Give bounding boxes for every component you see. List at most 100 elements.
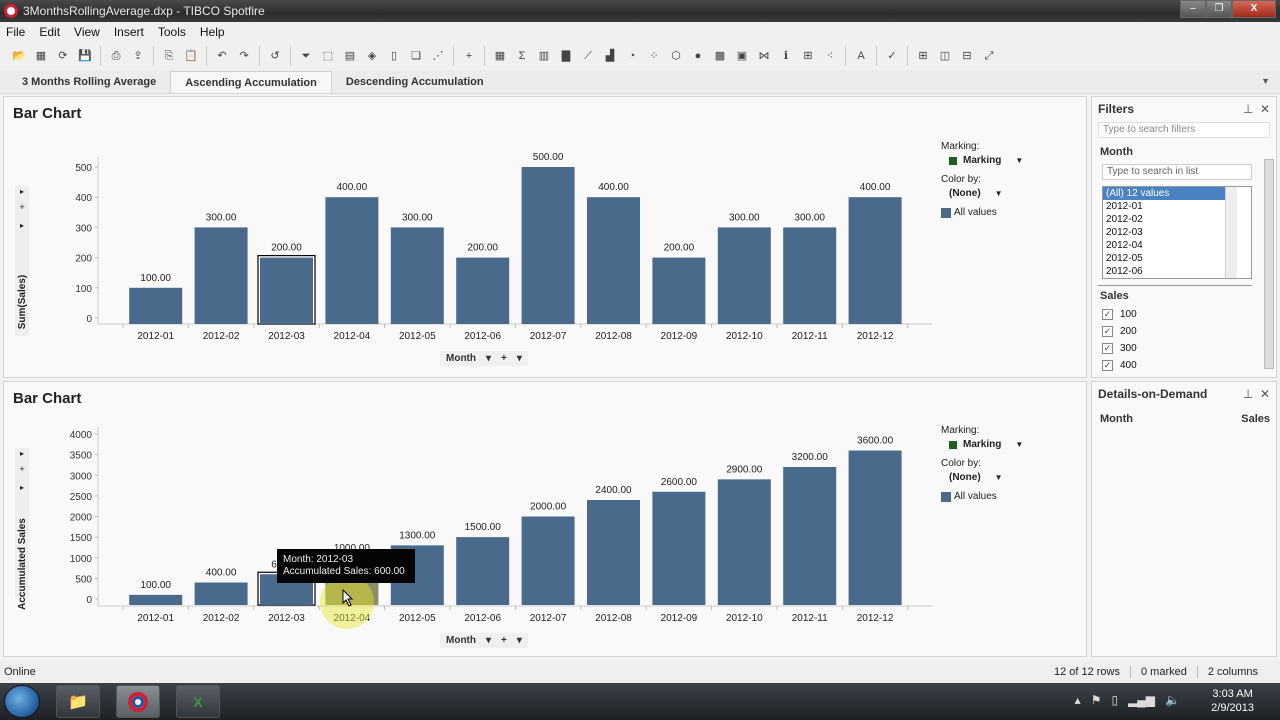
list-item[interactable]: 2012-06 bbox=[1103, 265, 1237, 278]
bar[interactable] bbox=[521, 516, 575, 606]
menu-file[interactable]: File bbox=[0, 25, 33, 39]
treemap-icon[interactable]: ▩ bbox=[712, 48, 728, 64]
combination-chart-icon[interactable]: ▟ bbox=[602, 48, 618, 64]
expand-icon[interactable]: ▸ bbox=[20, 221, 24, 230]
expand-icon[interactable]: ▸ bbox=[20, 449, 24, 458]
color-by-selector[interactable]: (None) ▼ bbox=[949, 472, 1023, 483]
filters-scrollbar[interactable] bbox=[1264, 159, 1274, 369]
marking-selector[interactable]: Marking ▼ bbox=[949, 155, 1023, 166]
month-listbox[interactable]: (All) 12 values 2012-01 2012-02 2012-03 … bbox=[1102, 186, 1252, 279]
select-icon[interactable]: ⬚ bbox=[320, 48, 336, 64]
bar[interactable] bbox=[456, 537, 510, 605]
checkbox-item[interactable]: ✓ 100 bbox=[1102, 306, 1266, 323]
bar[interactable] bbox=[129, 287, 183, 324]
undo-icon[interactable]: ↶ bbox=[214, 48, 230, 64]
taskbar-explorer[interactable]: 📁 bbox=[56, 685, 100, 718]
paste-icon[interactable]: 📋 bbox=[183, 48, 199, 64]
bar[interactable] bbox=[783, 467, 837, 605]
column-header-sales[interactable]: Sales bbox=[1241, 413, 1270, 425]
battery-icon[interactable]: ▯ bbox=[1111, 693, 1118, 707]
tabs-dropdown-icon[interactable]: ▼ bbox=[1261, 76, 1270, 86]
list-item[interactable]: 2012-01 bbox=[1103, 200, 1237, 213]
close-icon[interactable]: ✕ bbox=[1260, 387, 1270, 401]
print-icon[interactable]: ⎙ bbox=[108, 48, 124, 64]
pie-chart-icon[interactable]: ◔ bbox=[624, 48, 640, 64]
bar-chart-svg[interactable]: 0 500 1000 1500 2000 2500 3000 3500 4000 ▸ + ▸ Accum… bbox=[4, 382, 1088, 658]
text-area-icon[interactable]: A bbox=[853, 48, 869, 64]
bar[interactable] bbox=[390, 227, 444, 324]
copy-icon[interactable]: ⎘ bbox=[161, 48, 177, 64]
checkbox-checked-icon[interactable]: ✓ bbox=[1102, 326, 1113, 337]
bar[interactable] bbox=[783, 227, 837, 324]
color-by-selector[interactable]: (None) ▼ bbox=[949, 188, 1023, 199]
column-header-month[interactable]: Month bbox=[1100, 413, 1133, 425]
add-column-icon[interactable]: + bbox=[501, 635, 507, 646]
open-icon[interactable]: 📂 bbox=[11, 48, 27, 64]
bar[interactable] bbox=[587, 500, 640, 605]
close-button[interactable]: X bbox=[1232, 0, 1276, 18]
summary-table-icon[interactable]: ℹ bbox=[778, 48, 794, 64]
heatmap-icon[interactable]: ▣ bbox=[734, 48, 750, 64]
checkbox-checked-icon[interactable]: ✓ bbox=[1102, 309, 1113, 320]
details-icon[interactable]: ▤ bbox=[342, 48, 358, 64]
3d-scatter-icon[interactable]: ⬡ bbox=[668, 48, 684, 64]
bar[interactable] bbox=[717, 479, 771, 605]
bar-chart-accumulated-sales[interactable]: Bar Chart 0 500 1000 1500 2000 2500 3000 3500 40… bbox=[3, 381, 1087, 657]
cross-table-icon[interactable]: Σ bbox=[514, 48, 530, 64]
table-icon[interactable]: ▦ bbox=[492, 48, 508, 64]
action-center-flag-icon[interactable]: ⚑ bbox=[1091, 693, 1102, 707]
checkbox-item[interactable]: ✓ 400 bbox=[1102, 357, 1266, 374]
menu-help[interactable]: Help bbox=[194, 25, 233, 39]
checkbox-checked-icon[interactable]: ✓ bbox=[1102, 360, 1113, 371]
menu-edit[interactable]: Edit bbox=[33, 25, 68, 39]
checkbox-item[interactable]: ✓ 200 bbox=[1102, 323, 1266, 340]
bar[interactable] bbox=[848, 197, 902, 324]
tab-3-months-rolling-average[interactable]: 3 Months Rolling Average bbox=[8, 71, 170, 93]
chevron-down-icon[interactable]: ▾ bbox=[517, 635, 522, 646]
filter-icon[interactable]: ⏷ bbox=[298, 48, 314, 64]
network-icon[interactable]: ⁖ bbox=[822, 48, 838, 64]
bar[interactable] bbox=[652, 257, 706, 324]
menu-view[interactable]: View bbox=[68, 25, 108, 39]
add-column-icon[interactable]: + bbox=[501, 353, 507, 364]
list-item[interactable]: 2012-03 bbox=[1103, 226, 1237, 239]
bar[interactable] bbox=[129, 594, 183, 605]
save-icon[interactable]: 💾 bbox=[77, 48, 93, 64]
layout-grid-icon[interactable]: ⊞ bbox=[915, 48, 931, 64]
scatter-plot-icon[interactable]: ⁘ bbox=[646, 48, 662, 64]
layout-rows-icon[interactable]: ⊟ bbox=[959, 48, 975, 64]
menu-tools[interactable]: Tools bbox=[152, 25, 194, 39]
tab-ascending-accumulation[interactable]: Ascending Accumulation bbox=[170, 71, 332, 93]
lists-icon[interactable]: ❏ bbox=[408, 48, 424, 64]
pin-icon[interactable]: ⊥ bbox=[1243, 387, 1253, 401]
bar-chart-sum-sales[interactable]: Bar Chart 0 100 200 300 400 500 ▸ + ▸ Sum(Sales) 1… bbox=[3, 96, 1087, 378]
chevron-down-icon[interactable]: ▾ bbox=[486, 635, 491, 646]
new-page-icon[interactable]: + bbox=[461, 48, 477, 64]
minimize-button[interactable]: – bbox=[1180, 0, 1206, 18]
bar-chart-svg[interactable]: 0 100 200 300 400 500 ▸ + ▸ Sum(Sales) 100.00 2012-… bbox=[4, 97, 1088, 379]
network-signal-icon[interactable]: ▂▄▆ bbox=[1128, 693, 1155, 707]
map-chart-icon[interactable]: ● bbox=[690, 48, 706, 64]
bar[interactable] bbox=[456, 257, 510, 324]
list-item[interactable]: 2012-04 bbox=[1103, 239, 1237, 252]
parallel-coordinates-icon[interactable]: ⋈ bbox=[756, 48, 772, 64]
bar[interactable] bbox=[194, 227, 248, 324]
pin-icon[interactable]: ⊥ bbox=[1243, 102, 1253, 116]
filter-sales-header[interactable]: Sales bbox=[1092, 286, 1276, 302]
start-button[interactable] bbox=[4, 685, 40, 718]
list-item[interactable]: 2012-05 bbox=[1103, 252, 1237, 265]
reload-icon[interactable]: ⟳ bbox=[55, 48, 71, 64]
taskbar-spotfire[interactable] bbox=[116, 685, 160, 718]
bookmark-icon[interactable]: ▯ bbox=[386, 48, 402, 64]
menu-insert[interactable]: Insert bbox=[108, 25, 152, 39]
filter-month-header[interactable]: Month bbox=[1092, 138, 1276, 158]
checkbox-checked-icon[interactable]: ✓ bbox=[1102, 343, 1113, 354]
x-axis-selector[interactable]: Month ▾ + ▾ bbox=[440, 351, 528, 366]
maximize-viz-icon[interactable]: ⤢ bbox=[981, 48, 997, 64]
x-axis-selector[interactable]: Month ▾ + ▾ bbox=[440, 633, 528, 648]
export-icon[interactable]: ⇪ bbox=[130, 48, 146, 64]
add-data-icon[interactable]: ▦ bbox=[33, 48, 49, 64]
clock[interactable]: 3:03 AM 2/9/2013 bbox=[1211, 687, 1254, 715]
reset-icon[interactable]: ↺ bbox=[267, 48, 283, 64]
bar[interactable] bbox=[521, 167, 575, 324]
